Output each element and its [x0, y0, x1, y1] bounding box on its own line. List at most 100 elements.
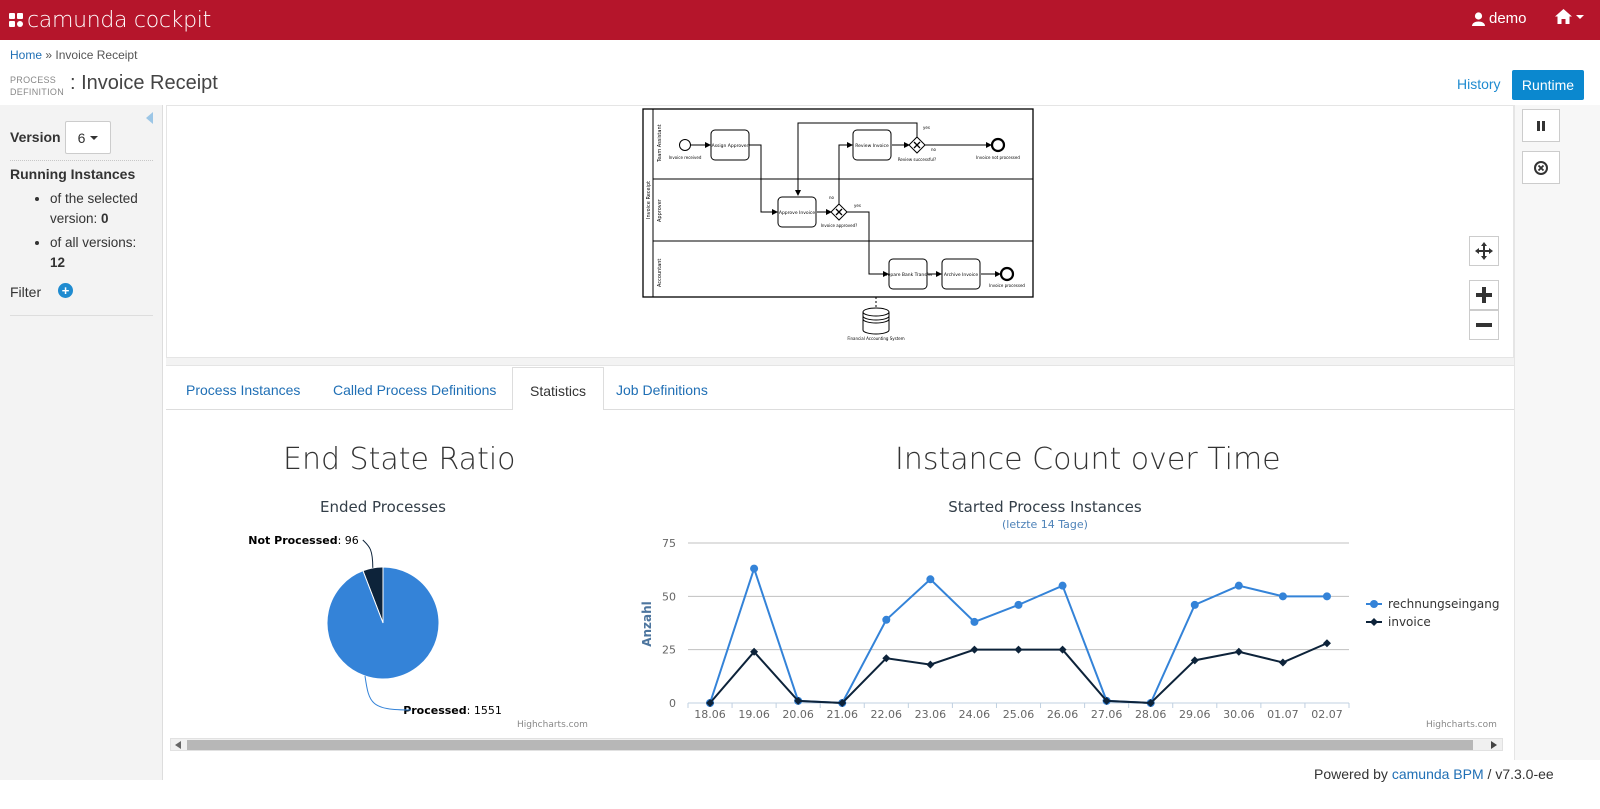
flow-label: yes — [854, 203, 861, 208]
camunda-bpm-link[interactable]: camunda BPM — [1392, 766, 1484, 782]
x-tick-label: 30.06 — [1223, 708, 1255, 721]
list-item: of the selected version: 0 — [50, 189, 155, 229]
highcharts-credit[interactable]: Highcharts.com — [517, 720, 588, 730]
minus-icon — [1476, 323, 1492, 327]
suspend-button[interactable] — [1522, 109, 1560, 142]
list-item: of all versions: 12 — [50, 233, 155, 273]
divider — [10, 315, 153, 316]
data-point[interactable] — [926, 660, 935, 669]
runtime-button[interactable]: Runtime — [1512, 70, 1584, 100]
tab-statistics[interactable]: Statistics — [512, 367, 605, 411]
pie-data-label: Not Processed: 96 — [248, 534, 359, 547]
x-tick-label: 26.06 — [1047, 708, 1079, 721]
divider — [10, 160, 153, 161]
statistics-panel: End State Ratio Instance Count over Time… — [166, 410, 1514, 737]
scrollbar-thumb[interactable] — [187, 740, 1473, 750]
legend-label[interactable]: rechnungseingang — [1388, 597, 1499, 611]
line-chart-subtitle: (letzte 14 Tage) — [1002, 518, 1088, 531]
brand-link[interactable]: camunda cockpit — [9, 6, 211, 34]
end-state-pie-chart[interactable]: Ended Processes Not Processed: 96 Process… — [226, 490, 596, 730]
reset-zoom-button[interactable] — [1469, 236, 1499, 266]
home-menu[interactable] — [1555, 9, 1584, 24]
breadcrumb-home-link[interactable]: Home — [10, 48, 42, 62]
data-point[interactable] — [1014, 645, 1023, 654]
lane-label: Approver — [657, 198, 663, 222]
task-label: Review Invoice — [855, 143, 889, 149]
legend-label[interactable]: invoice — [1388, 615, 1431, 629]
line-chart-title: Started Process Instances — [948, 498, 1142, 516]
collapse-sidebar-icon[interactable] — [146, 112, 153, 124]
data-point[interactable] — [750, 564, 759, 573]
x-tick-label: 02.07 — [1311, 708, 1343, 721]
running-instances-list: of the selected version: 0 of all versio… — [30, 189, 155, 277]
data-point[interactable] — [1058, 581, 1067, 590]
data-point[interactable] — [970, 645, 979, 654]
pie-slice[interactable] — [326, 566, 440, 680]
action-column — [1514, 105, 1600, 760]
datastore-icon[interactable] — [862, 307, 890, 335]
cancel-instances-button[interactable] — [1522, 151, 1560, 184]
breadcrumb-separator: » — [45, 48, 53, 62]
y-tick-label: 50 — [662, 590, 676, 603]
running-instances-title: Running Instances — [10, 166, 136, 182]
page-type-line2: DEFINITION — [10, 87, 64, 97]
x-tick-label: 21.06 — [826, 708, 858, 721]
highcharts-credit[interactable]: Highcharts.com — [1426, 720, 1497, 730]
page-type-line1: PROCESS — [10, 75, 57, 85]
end-event[interactable] — [999, 266, 1015, 282]
version-label: Version — [10, 129, 61, 145]
x-tick-label: 19.06 — [738, 708, 770, 721]
legend-marker — [1370, 618, 1378, 626]
zoom-out-button[interactable] — [1469, 310, 1499, 340]
panel-separator — [166, 358, 1514, 366]
data-point[interactable] — [1278, 658, 1287, 667]
data-point[interactable] — [926, 575, 935, 584]
gateway-label: Review successful? — [898, 157, 936, 162]
version-select[interactable]: 6 — [65, 121, 111, 154]
data-point[interactable] — [1278, 592, 1287, 601]
series-line[interactable] — [709, 565, 1327, 705]
page-type-label: PROCESS DEFINITION — [10, 74, 64, 98]
y-tick-label: 25 — [662, 644, 676, 657]
add-filter-button[interactable]: + — [58, 283, 73, 298]
end-event[interactable] — [990, 137, 1006, 153]
breadcrumb-current: Invoice Receipt — [55, 48, 138, 62]
task-label: Assign Approver — [712, 143, 749, 149]
chevron-down-icon — [1576, 14, 1584, 19]
user-menu[interactable]: demo — [1472, 10, 1527, 27]
remove-circle-icon — [1534, 160, 1548, 175]
tab-called-process-definitions[interactable]: Called Process Definitions — [316, 367, 513, 411]
horizontal-scrollbar[interactable] — [170, 738, 1503, 751]
task-label: Approve Invoice — [779, 210, 815, 216]
data-point[interactable] — [970, 617, 979, 626]
data-point[interactable] — [1322, 592, 1331, 601]
data-point[interactable] — [882, 615, 891, 624]
pie-connector — [362, 539, 374, 568]
instance-count-line-chart[interactable]: Started Process Instances (letzte 14 Tag… — [628, 490, 1508, 730]
scroll-left-icon[interactable] — [175, 741, 181, 749]
event-label: Invoice not processed — [976, 155, 1020, 160]
data-point[interactable] — [1190, 600, 1199, 609]
selected-version-label: of the selected version: — [50, 191, 138, 226]
legend-marker — [1370, 600, 1378, 608]
brand-name: camunda cockpit — [27, 7, 211, 33]
data-point[interactable] — [1322, 639, 1331, 648]
footer-prefix: Powered by — [1314, 766, 1388, 782]
start-event[interactable] — [679, 139, 691, 151]
data-point[interactable] — [1234, 581, 1243, 590]
pie-chart-title: Ended Processes — [320, 498, 446, 516]
page-title: : Invoice Receipt — [70, 72, 218, 94]
data-point[interactable] — [1234, 647, 1243, 656]
tab-job-definitions[interactable]: Job Definitions — [599, 367, 725, 411]
lane-label: Accountant — [657, 259, 663, 287]
x-tick-label: 28.06 — [1135, 708, 1167, 721]
history-button[interactable]: History — [1447, 70, 1511, 100]
scroll-right-icon[interactable] — [1491, 741, 1497, 749]
zoom-in-button[interactable] — [1469, 280, 1499, 310]
bpmn-diagram[interactable]: Invoice Receipt Team Assistant Approver … — [641, 107, 1041, 347]
tab-bar: Process Instances Called Process Definit… — [166, 367, 1514, 411]
home-icon — [1555, 9, 1572, 24]
data-point[interactable] — [1014, 600, 1023, 609]
tab-process-instances[interactable]: Process Instances — [169, 367, 317, 411]
y-tick-label: 75 — [662, 537, 676, 550]
